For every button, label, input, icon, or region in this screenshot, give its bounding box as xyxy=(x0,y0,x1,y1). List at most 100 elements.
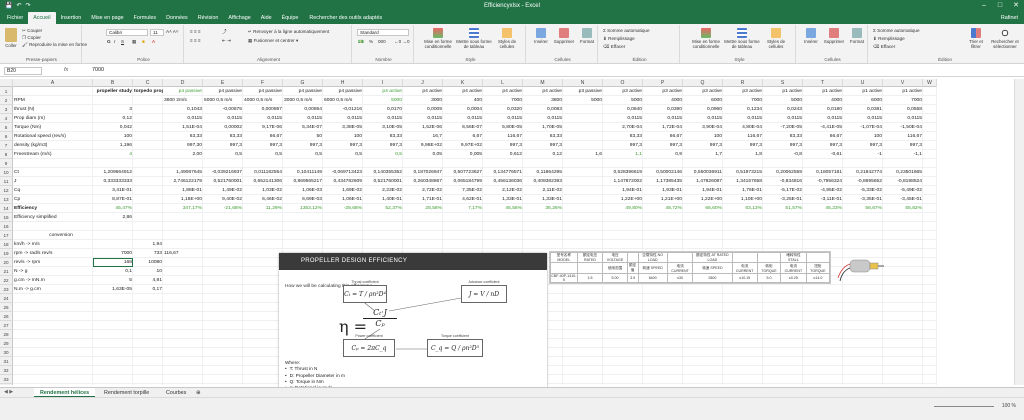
row-header[interactable]: 13 xyxy=(0,195,13,204)
cell[interactable]: 0,10411149 xyxy=(283,168,323,177)
close-button[interactable]: ✕ xyxy=(1008,0,1024,11)
row-header[interactable]: 17 xyxy=(0,231,13,240)
zoom-level[interactable]: 100 % xyxy=(1002,403,1016,409)
cell[interactable]: 6000 xyxy=(683,96,723,105)
cell[interactable]: 0,0115 xyxy=(363,114,403,123)
cell[interactable]: 3,10E-05 xyxy=(363,123,403,132)
cell[interactable]: 7000 xyxy=(483,96,523,105)
cell[interactable]: 0,409382393 xyxy=(523,177,563,186)
cell[interactable]: 116,67 xyxy=(483,132,523,141)
cell[interactable]: -0,069713423 xyxy=(323,168,363,177)
cell[interactable]: 3800 xyxy=(523,96,563,105)
cell[interactable]: 63,33 xyxy=(163,132,203,141)
cell[interactable]: 0,20062559 xyxy=(763,168,803,177)
conditional-format-button[interactable]: Mise en forme conditionnelle xyxy=(420,28,456,49)
cell[interactable]: 100 xyxy=(93,132,133,141)
cell[interactable]: propeller study xyxy=(93,87,133,96)
cell[interactable]: 0,05 xyxy=(403,150,443,159)
cell[interactable]: -3,45E-01 xyxy=(883,195,923,204)
cell[interactable]: -3,35E-01 xyxy=(843,195,883,204)
cell[interactable]: 10 xyxy=(133,267,163,276)
cell[interactable]: 1,06E-01 xyxy=(323,195,363,204)
cell[interactable]: -28,68% xyxy=(323,204,363,213)
cell[interactable]: p4 active xyxy=(443,87,483,96)
cell[interactable]: 0,51973215 xyxy=(723,168,763,177)
cell[interactable]: 55,82% xyxy=(883,204,923,213)
name-box[interactable]: B20 xyxy=(4,67,42,75)
cell[interactable]: 1,06E-03 xyxy=(283,186,323,195)
cell[interactable]: 0,005 xyxy=(443,150,483,159)
cell[interactable]: -0,8198524 xyxy=(883,177,923,186)
cell[interactable]: 3000 xyxy=(403,96,443,105)
number-format-select[interactable]: Standard xyxy=(357,29,409,36)
cell[interactable]: 1,94 xyxy=(133,240,163,249)
row-header[interactable]: 23 xyxy=(0,285,13,294)
cell[interactable]: 66,60% xyxy=(683,204,723,213)
cell[interactable]: 997,3 xyxy=(843,141,883,150)
clear-button-2[interactable]: ⌫ Effacer xyxy=(873,44,895,50)
conditional-format-button-2[interactable]: Mise en forme conditionnelle xyxy=(688,28,724,49)
cell[interactable]: -5,49E-02 xyxy=(883,186,923,195)
cell[interactable]: p3 active xyxy=(603,87,643,96)
cell[interactable]: 1,209664912 xyxy=(93,168,133,177)
cell[interactable]: 1,21E+00 xyxy=(643,195,683,204)
cell[interactable]: 1,40E-01 xyxy=(363,195,403,204)
cell[interactable]: 1,63E-05 xyxy=(93,285,133,294)
cell[interactable]: 997,3 xyxy=(523,141,563,150)
row-header[interactable]: 2 xyxy=(0,96,13,105)
column-header[interactable]: C xyxy=(133,79,163,87)
cell[interactable]: 1,69E-02 xyxy=(323,186,363,195)
cell[interactable]: 0,187026947 xyxy=(403,168,443,177)
cell[interactable]: 1,6 xyxy=(563,150,603,159)
cell[interactable]: -0,834816 xyxy=(763,177,803,186)
cell[interactable]: 0,0115 xyxy=(443,114,483,123)
cell[interactable]: 3000 0,5 m/s xyxy=(283,96,323,105)
cell[interactable]: 63,13% xyxy=(723,204,763,213)
cell[interactable]: 9,40E-02 xyxy=(203,195,243,204)
indent-icon[interactable]: ⇤ ⇥ xyxy=(222,38,231,44)
cell[interactable]: 0,065184799 xyxy=(443,177,483,186)
cell[interactable]: 1,94E-01 xyxy=(603,186,643,195)
thousands-button[interactable]: 000 xyxy=(378,39,386,45)
cell[interactable]: 0,11864295 xyxy=(523,168,563,177)
cell[interactable]: 3800 2m/s xyxy=(163,96,203,105)
cell[interactable]: 5000 xyxy=(603,96,643,105)
row-header[interactable]: 34 xyxy=(0,384,13,385)
copy-button[interactable]: ❐ Copier xyxy=(22,35,41,41)
cell[interactable]: 46,56% xyxy=(483,204,523,213)
cell[interactable]: -0,8 xyxy=(763,150,803,159)
cell[interactable]: 1,52E-06 xyxy=(403,123,443,132)
cell[interactable]: 6000 xyxy=(843,96,883,105)
column-header[interactable]: Q xyxy=(683,79,723,87)
fx-icon[interactable]: fx xyxy=(64,67,68,73)
column-header[interactable]: S xyxy=(763,79,803,87)
cell[interactable]: 100 xyxy=(843,132,883,141)
cell[interactable]: 1,47826087 xyxy=(683,177,723,186)
format-table-button-2[interactable]: Mettre sous forme de tableau xyxy=(724,28,760,49)
cell[interactable]: 1,51E-04 xyxy=(163,123,203,132)
fill-button-2[interactable]: ⬇ Remplissage xyxy=(873,36,905,42)
cell[interactable]: 0,23501665 xyxy=(883,168,923,177)
cell[interactable]: 1,88E-01 xyxy=(163,186,203,195)
cell[interactable]: 0,042 xyxy=(93,123,133,132)
column-header[interactable]: W xyxy=(923,79,937,87)
row-header[interactable]: 24 xyxy=(0,294,13,303)
motor-spec-image[interactable]: 型号名称 MODEL 额定电压 RATED 电压 VOLTAGE 空载特性 NO LO… xyxy=(549,251,831,284)
cell[interactable]: 2,746122179 xyxy=(163,177,203,186)
column-header[interactable]: V xyxy=(883,79,923,87)
cell[interactable]: 0,5 xyxy=(363,150,403,159)
column-header[interactable]: J xyxy=(403,79,443,87)
column-header[interactable]: E xyxy=(203,79,243,87)
cell[interactable]: 0,0004 xyxy=(443,105,483,114)
ribbon-tab[interactable]: Mise en page xyxy=(86,12,128,24)
formula-input[interactable]: 7000 xyxy=(92,67,104,73)
cell[interactable]: 997,3 xyxy=(723,141,763,150)
merge-center-button[interactable]: ▦ Fusionner et centrer ▾ xyxy=(248,38,298,44)
ribbon-tab[interactable]: Équipe xyxy=(277,12,304,24)
row-header[interactable]: 33 xyxy=(0,375,13,384)
cell[interactable]: 0,0115 xyxy=(843,114,883,123)
percent-button[interactable]: % xyxy=(369,39,373,45)
cell[interactable]: 6,67 xyxy=(443,132,483,141)
cell[interactable]: 1,03E-02 xyxy=(243,186,283,195)
cell[interactable]: 0,0381 xyxy=(843,105,883,114)
